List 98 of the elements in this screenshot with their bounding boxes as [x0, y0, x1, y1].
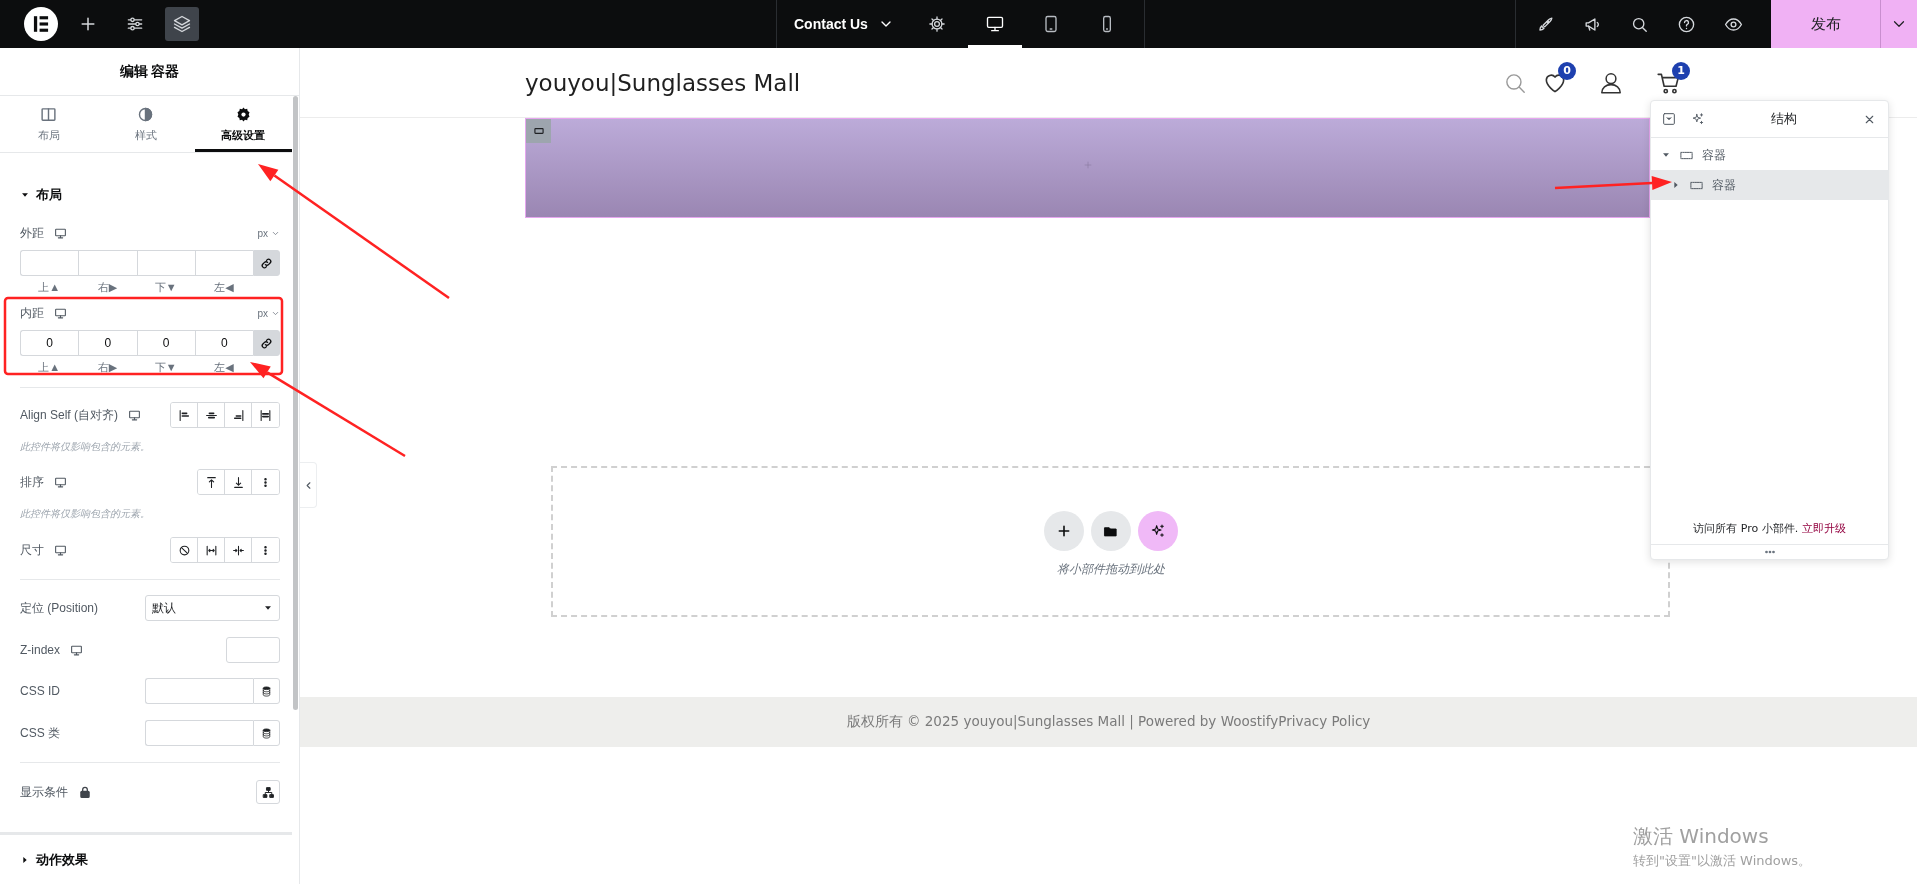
padding-input[interactable]: 0	[194, 330, 253, 356]
align-start-button[interactable]	[171, 403, 198, 427]
tree-item[interactable]: 容器	[1651, 140, 1888, 170]
resize-handle-icon	[1762, 549, 1777, 555]
monitor-icon	[54, 306, 67, 320]
field-label: Z-index	[20, 643, 60, 657]
monitor-icon	[54, 475, 67, 489]
align-stretch-icon	[259, 408, 272, 422]
activation-text: 转到"设置"以激活 Windows。	[1633, 852, 1812, 870]
sparkle-icon	[1149, 523, 1166, 539]
dynamic-tags-button[interactable]	[253, 678, 280, 704]
side-label: 下▼	[153, 280, 178, 295]
footer-text: 版权所有 © 2025 youyou|Sunglasses Mall | Powered by WoostifyPrivacy Policy	[846, 713, 1371, 731]
css-id-input[interactable]	[145, 678, 253, 704]
no-size-button[interactable]	[171, 538, 198, 562]
monitor-icon	[54, 543, 67, 557]
upgrade-link[interactable]: 立即升级	[1801, 522, 1846, 535]
structure-button[interactable]	[165, 7, 199, 41]
drop-hint: 将小部件拖动到此处	[1056, 561, 1165, 578]
navigator-title: 结构	[1770, 110, 1798, 128]
field-label: Align Self (自对齐)	[20, 406, 119, 424]
field-label: 尺寸	[20, 541, 44, 559]
monitor-icon	[70, 643, 83, 657]
side-label: 下▼	[153, 360, 178, 375]
field-label: 显示条件	[20, 783, 68, 801]
columns-icon	[40, 105, 58, 123]
order-first-button[interactable]	[198, 470, 225, 494]
help-note: 此控件将仅影响包含的元素。	[20, 507, 151, 521]
margin-input[interactable]	[194, 250, 253, 276]
field-label: CSS 类	[20, 724, 60, 742]
margin-input[interactable]	[20, 250, 79, 276]
panel-title: 编辑 容器	[0, 48, 299, 96]
monitor-icon	[128, 408, 142, 422]
link-values-button[interactable]	[253, 330, 280, 356]
section-title: 动作效果	[36, 850, 88, 869]
plus-icon	[1082, 160, 1093, 170]
database-icon	[260, 684, 273, 698]
monitor-icon	[54, 226, 67, 240]
css-class-input[interactable]	[145, 720, 253, 746]
section-title: 布局	[36, 186, 62, 204]
database-icon	[260, 726, 273, 740]
position-select[interactable]: 默认	[145, 595, 280, 621]
site-title[interactable]: youyou|Sunglasses Mall	[525, 69, 1502, 96]
field-label: CSS ID	[20, 684, 60, 698]
panel-tab[interactable]: 布局	[0, 96, 98, 152]
link-icon	[260, 256, 273, 270]
scrollbar[interactable]	[293, 96, 298, 710]
gear-icon[interactable]	[927, 15, 946, 33]
margin-input[interactable]	[136, 250, 195, 276]
align-start-icon	[177, 408, 191, 422]
sparkle-icon[interactable]	[1691, 112, 1705, 126]
help-icon[interactable]	[1677, 14, 1696, 34]
elementor-logo[interactable]	[24, 7, 58, 41]
display-conditions-button[interactable]	[256, 780, 280, 804]
arrow-to-top-icon	[204, 475, 218, 489]
side-label: 上▲	[37, 280, 62, 295]
side-label: 右▶	[96, 280, 119, 295]
padding-input[interactable]: 0	[20, 330, 79, 356]
margin-input[interactable]	[78, 250, 137, 276]
padding-input[interactable]: 0	[136, 330, 195, 356]
dynamic-tags-button[interactable]	[253, 720, 280, 746]
ban-icon	[177, 543, 191, 557]
padding-input[interactable]: 0	[78, 330, 137, 356]
side-label: 左◀	[213, 280, 235, 295]
unit-select[interactable]: px	[257, 307, 280, 319]
desktop-icon	[984, 14, 1005, 34]
panel-tab[interactable]: 样式	[97, 96, 195, 152]
add-section-button[interactable]	[1043, 511, 1084, 551]
activation-title: 激活 Windows	[1633, 823, 1770, 850]
ai-button[interactable]	[1137, 511, 1178, 551]
arrow-to-bottom-icon	[231, 475, 245, 489]
expand-horizontal-icon	[204, 543, 218, 557]
template-library-button[interactable]	[1090, 511, 1131, 551]
unit-select[interactable]: px	[257, 227, 280, 239]
sitemap-icon	[261, 785, 275, 799]
lock-icon	[78, 785, 92, 799]
side-label: 左◀	[213, 360, 235, 375]
layers-icon	[172, 14, 192, 34]
align-end-icon	[231, 408, 245, 422]
link-icon	[260, 336, 273, 350]
shrink-horizontal-icon	[231, 543, 245, 557]
tree-item[interactable]: 容器	[1651, 170, 1888, 200]
cart-count: 1	[1672, 61, 1690, 80]
field-label: 外距	[20, 224, 44, 242]
field-label: 内距	[20, 304, 44, 322]
container-handle[interactable]	[526, 119, 551, 143]
field-label: 排序	[20, 473, 44, 491]
contrast-icon	[137, 105, 155, 123]
z-index-input[interactable]	[226, 637, 280, 663]
field-label: 定位 (Position)	[20, 599, 99, 617]
promo-text: 访问所有 Pro 小部件.	[1693, 522, 1799, 535]
side-label: 上▲	[37, 360, 62, 375]
side-label: 右▶	[96, 360, 119, 375]
help-note: 此控件将仅影响包含的元素。	[20, 440, 151, 454]
wishlist-count: 0	[1558, 61, 1576, 80]
toggle-all-icon[interactable]	[1661, 111, 1677, 127]
link-values-button[interactable]	[253, 250, 280, 276]
page-title-dropdown[interactable]: Contact Us	[777, 0, 910, 48]
